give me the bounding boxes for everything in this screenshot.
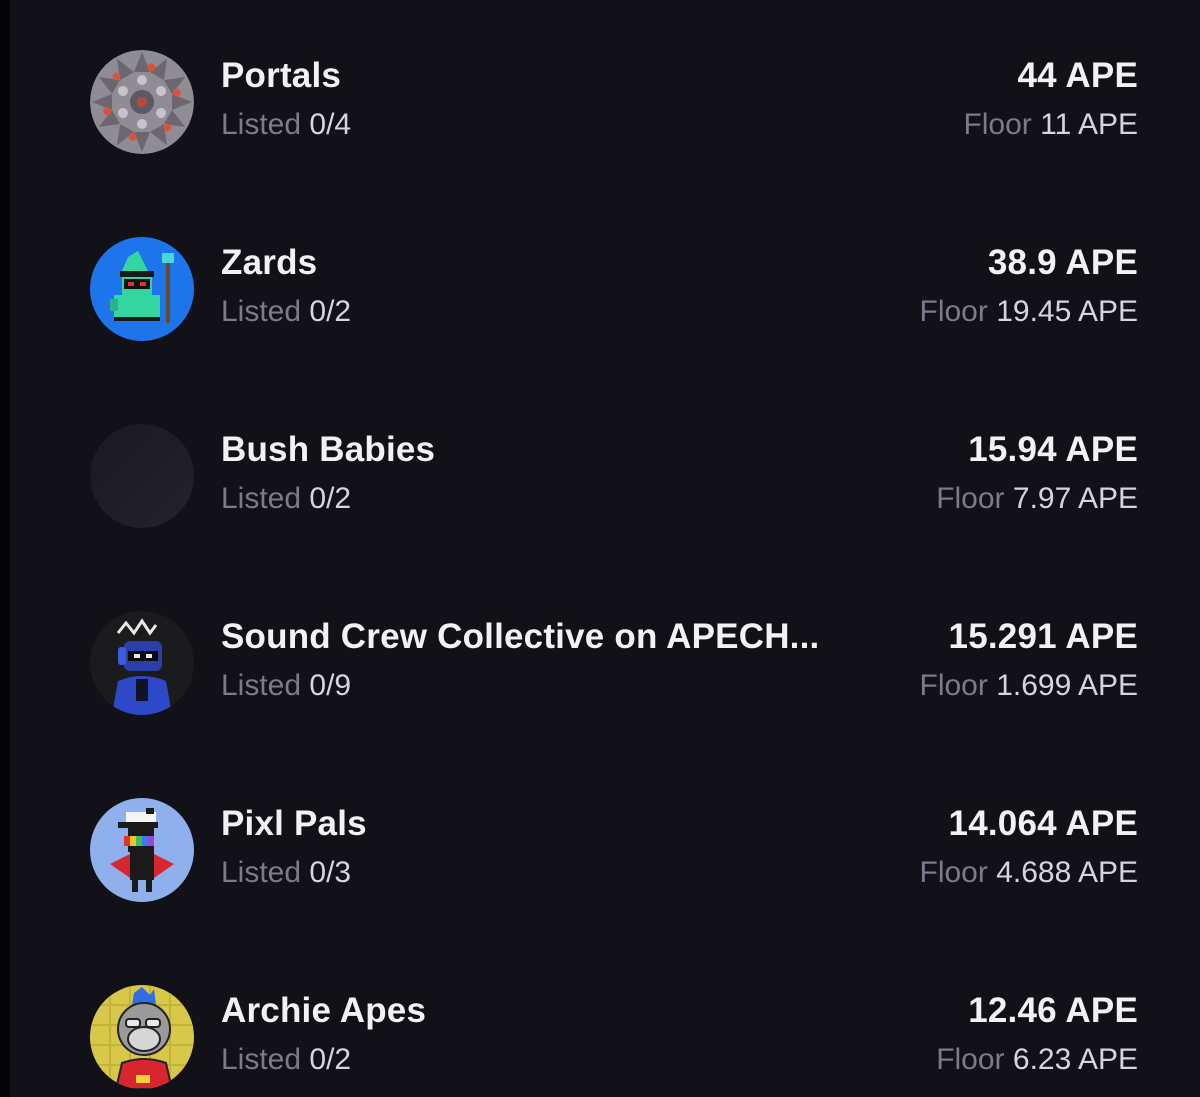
listed-label: Listed [221,295,302,328]
floor-price: 11 APE [1040,108,1138,141]
bush-babies-blank-avatar [90,424,194,528]
listed-label: Listed [221,669,302,702]
pixl-pals-avatar [90,798,194,902]
floor-price: 7.97 APE [1012,482,1138,515]
sound-crew-avatar [90,611,194,715]
collection-value: 15.291 APE [948,617,1138,656]
floor-label: Floor [936,1043,1005,1076]
listed-label: Listed [221,1043,302,1076]
floor-info: Floor 6.23 APE [936,1043,1138,1077]
floor-price: 4.688 APE [996,856,1138,889]
listed-count: 0/2 [309,1043,352,1076]
collection-value: 14.064 APE [948,804,1138,843]
floor-label: Floor [919,669,988,702]
collection-value: 38.9 APE [987,243,1138,282]
collection-list: Portals Listed 0/4 44 APE Floor 11 APE Z… [0,0,1200,1097]
collection-name: Sound Crew Collective on APECH... [221,617,820,656]
collection-value: 12.46 APE [968,991,1138,1030]
floor-info: Floor 7.97 APE [936,482,1138,516]
floor-label: Floor [963,108,1032,141]
listed-count: 0/2 [309,295,352,328]
listed-info: Listed 0/9 [221,669,351,703]
zards-wizard-avatar [90,237,194,341]
listed-count: 0/9 [309,669,352,702]
collection-name: Zards [221,243,318,282]
floor-price: 19.45 APE [996,295,1138,328]
floor-label: Floor [936,482,1005,515]
collection-name: Portals [221,56,342,95]
collection-row-zards[interactable]: Zards Listed 0/2 38.9 APE Floor 19.45 AP… [90,237,1138,341]
floor-info: Floor 4.688 APE [920,856,1139,890]
floor-info: Floor 19.45 APE [920,295,1139,329]
listed-info: Listed 0/2 [221,1043,351,1077]
listed-info: Listed 0/2 [221,295,351,329]
listed-info: Listed 0/2 [221,482,351,516]
listed-count: 0/4 [309,108,352,141]
listed-count: 0/2 [309,482,352,515]
archie-apes-avatar [90,985,194,1089]
collection-name: Pixl Pals [221,804,367,843]
collection-name: Archie Apes [221,991,427,1030]
listed-label: Listed [221,482,302,515]
collection-row-sound-crew[interactable]: Sound Crew Collective on APECH... Listed… [90,611,1138,715]
portals-kaleidoscope-avatar [90,50,194,154]
floor-price: 6.23 APE [1012,1043,1138,1076]
collection-row-bush-babies[interactable]: Bush Babies Listed 0/2 15.94 APE Floor 7… [90,424,1138,528]
collection-value: 15.94 APE [968,430,1138,469]
collection-row-archie-apes[interactable]: Archie Apes Listed 0/2 12.46 APE Floor 6… [90,985,1138,1089]
floor-label: Floor [919,295,988,328]
listed-label: Listed [221,108,302,141]
collection-row-portals[interactable]: Portals Listed 0/4 44 APE Floor 11 APE [90,50,1138,154]
floor-label: Floor [919,856,988,889]
floor-info: Floor 1.699 APE [920,669,1139,703]
listed-label: Listed [221,856,302,889]
floor-price: 1.699 APE [996,669,1138,702]
listed-count: 0/3 [309,856,352,889]
collection-name: Bush Babies [221,430,436,469]
collection-row-pixl-pals[interactable]: Pixl Pals Listed 0/3 14.064 APE Floor 4.… [90,798,1138,902]
listed-info: Listed 0/3 [221,856,351,890]
collection-value: 44 APE [1017,56,1138,95]
listed-info: Listed 0/4 [221,108,351,142]
floor-info: Floor 11 APE [963,108,1138,142]
